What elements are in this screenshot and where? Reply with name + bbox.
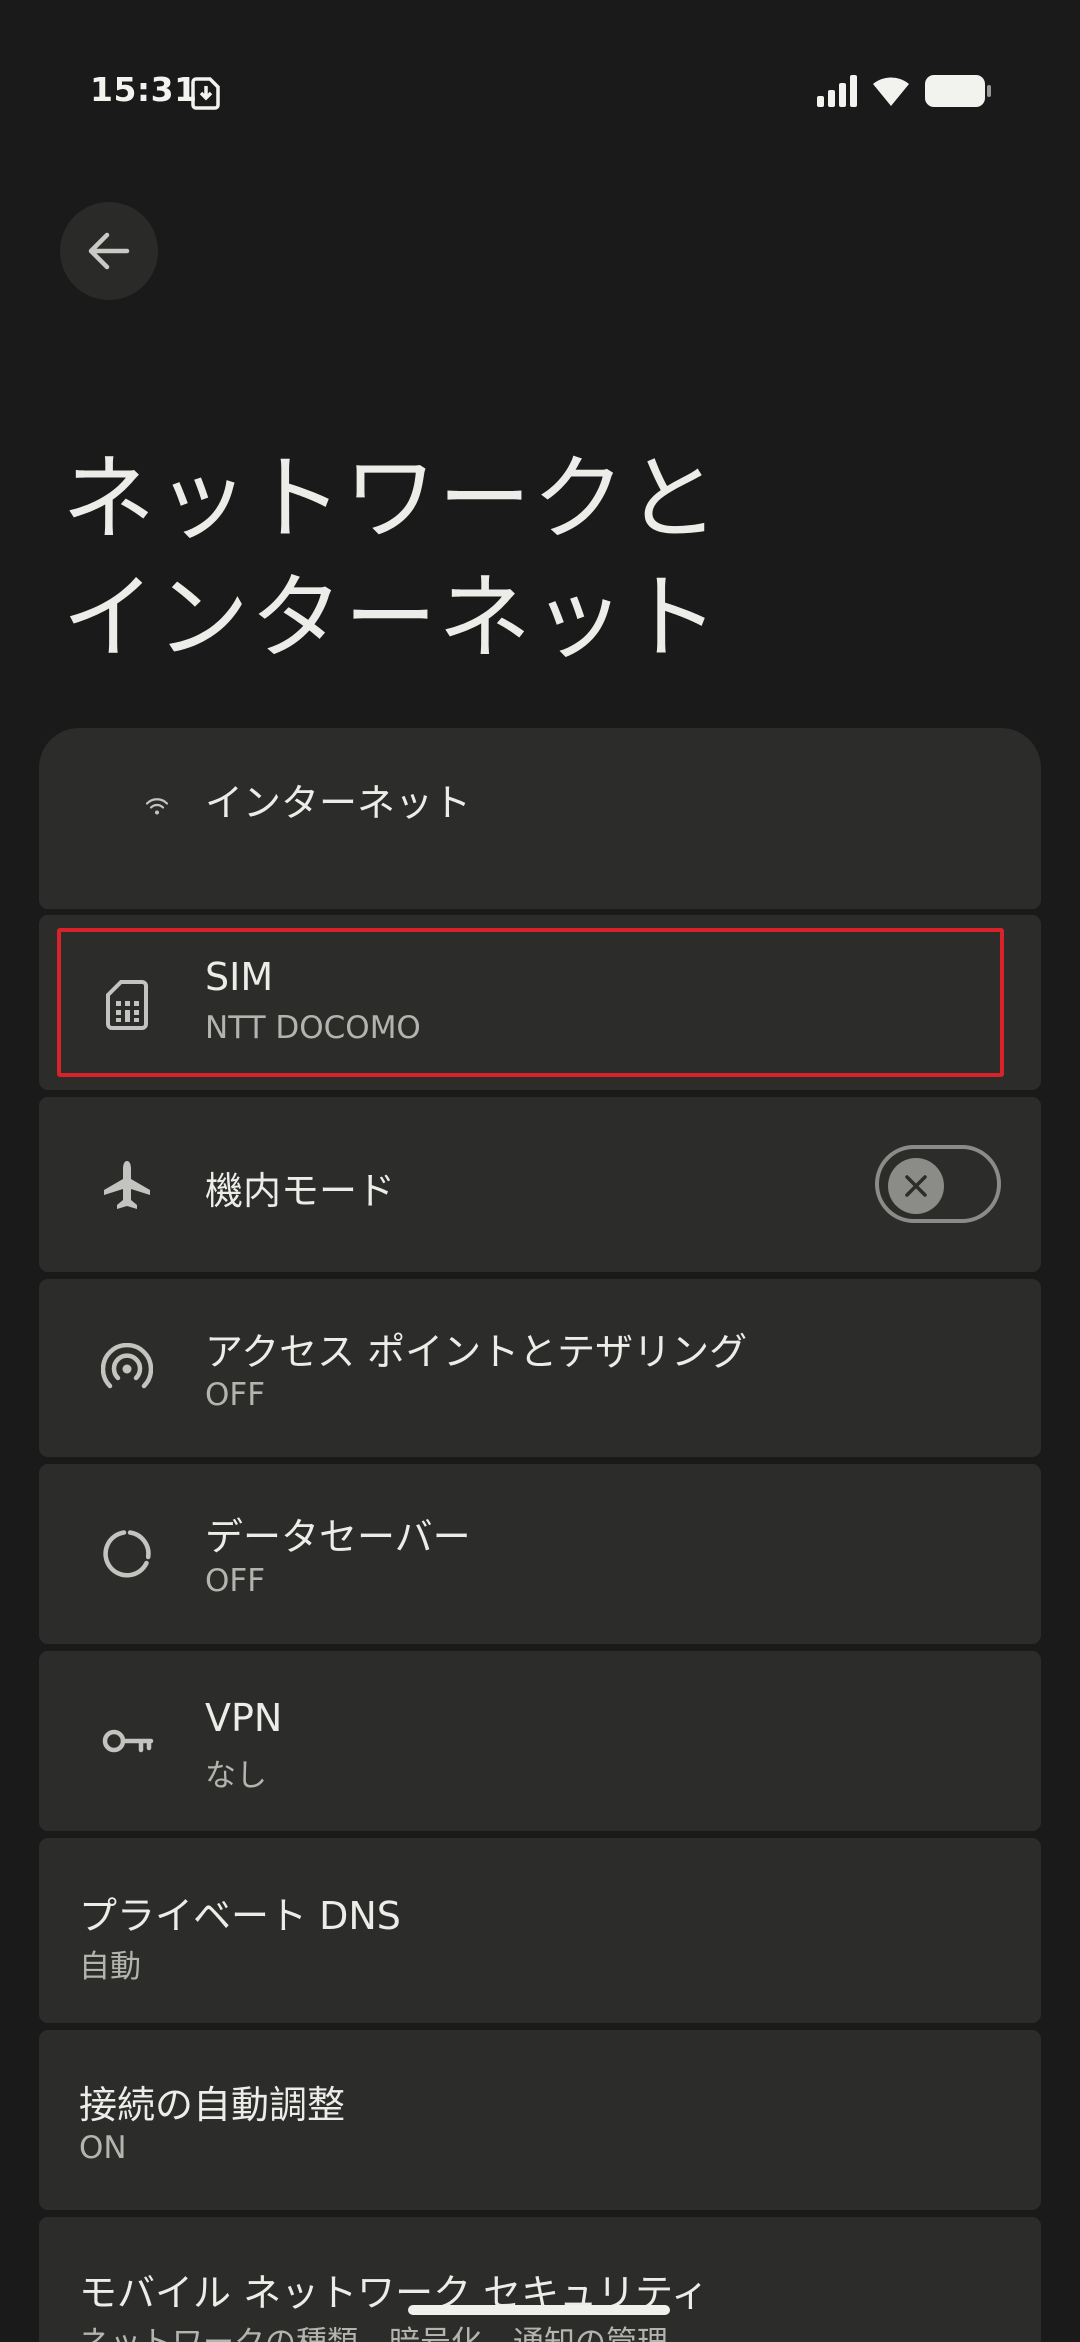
- cell-signal-icon: [816, 74, 860, 112]
- airplane-icon: [104, 1161, 150, 1209]
- arrow-back-icon: [88, 232, 130, 270]
- page-title-line-2: インターネット: [62, 564, 720, 672]
- data-saver-subtitle: OFF: [205, 1563, 266, 1599]
- status-time: 15:31: [90, 70, 198, 109]
- adaptive-subtitle: ON: [79, 2130, 127, 2166]
- airplane-mode-toggle[interactable]: [875, 1145, 1001, 1223]
- settings-item-hotspot-tethering[interactable]: アクセス ポイントとテザリング OFF: [39, 1279, 1041, 1457]
- data-saver-title: データセーバー: [205, 1515, 471, 1559]
- page-title-line-1: ネットワークと: [62, 445, 720, 553]
- vpn-title: VPN: [205, 1696, 283, 1740]
- vpn-subtitle: なし: [205, 1758, 267, 1794]
- battery-icon: [924, 74, 994, 112]
- hotspot-subtitle: OFF: [205, 1377, 266, 1413]
- private-dns-title: プライベート DNS: [79, 1894, 401, 1938]
- settings-screen: 15:31 ネットワークと インターネット インターネット SIM NTT DO…: [0, 0, 1080, 2342]
- highlight-box: [57, 928, 1004, 1077]
- data-saver-icon: [103, 1530, 151, 1578]
- download-notification-icon: [190, 74, 224, 114]
- home-indicator[interactable]: [408, 2305, 670, 2315]
- internet-title: インターネット: [205, 781, 472, 825]
- settings-item-adaptive-connectivity[interactable]: 接続の自動調整 ON: [39, 2030, 1041, 2210]
- page-title: ネットワークと インターネット: [62, 440, 720, 678]
- wifi-status-icon: [870, 72, 912, 112]
- hotspot-icon: [101, 1343, 153, 1389]
- mobile-security-subtitle: ネットワークの種類、暗号化、通知の管理: [79, 2317, 668, 2342]
- back-button[interactable]: [60, 202, 158, 300]
- settings-item-private-dns[interactable]: プライベート DNS 自動: [39, 1838, 1041, 2023]
- settings-item-internet[interactable]: インターネット: [39, 728, 1041, 909]
- settings-item-mobile-network-security[interactable]: モバイル ネットワーク セキュリティ ネットワークの種類、暗号化、通知の管理: [39, 2217, 1041, 2342]
- settings-item-data-saver[interactable]: データセーバー OFF: [39, 1464, 1041, 1644]
- status-bar: 15:31: [0, 0, 1080, 184]
- wifi-icon: [145, 798, 168, 815]
- toggle-knob: [888, 1158, 944, 1214]
- adaptive-title: 接続の自動調整: [79, 2083, 346, 2127]
- hotspot-title: アクセス ポイントとテザリング: [205, 1330, 748, 1374]
- close-icon: [905, 1175, 927, 1197]
- vpn-key-icon: [102, 1729, 154, 1753]
- private-dns-subtitle: 自動: [79, 1949, 141, 1985]
- airplane-mode-title: 機内モード: [205, 1169, 396, 1213]
- settings-item-vpn[interactable]: VPN なし: [39, 1651, 1041, 1831]
